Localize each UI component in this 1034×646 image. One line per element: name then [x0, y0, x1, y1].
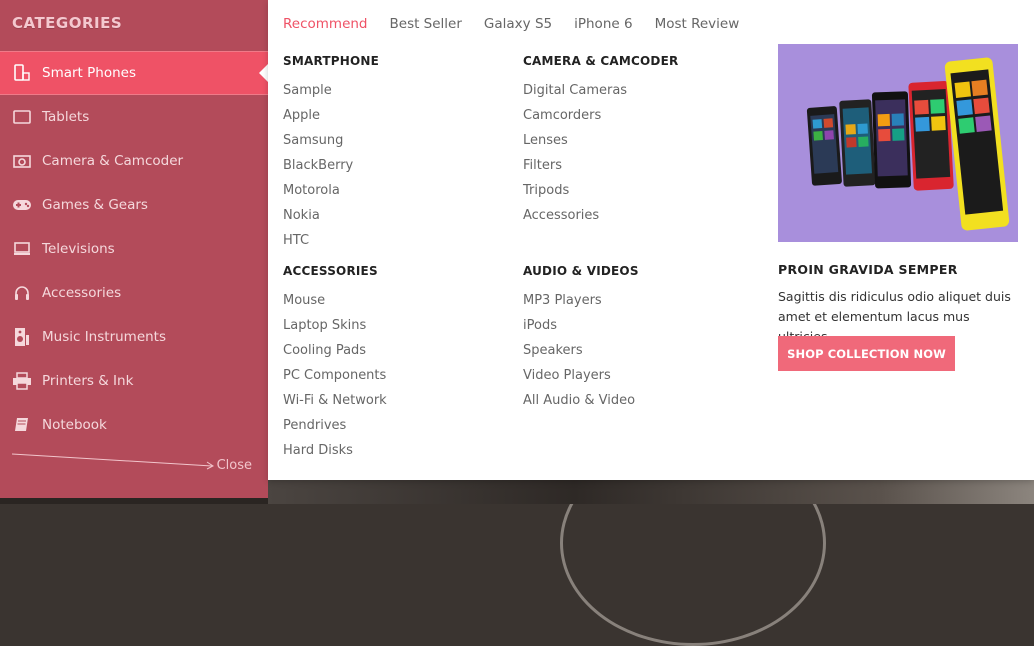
tab-most-review[interactable]: Most Review [655, 16, 740, 32]
printer-icon [12, 371, 32, 391]
gamepad-icon [12, 195, 32, 215]
sidebar-item-label: Televisions [42, 241, 115, 257]
menu-link[interactable]: Sample [283, 82, 379, 107]
camera-icon [12, 151, 32, 171]
background-strip [268, 480, 1034, 504]
book-icon [12, 415, 32, 435]
promo-phones-image[interactable] [778, 44, 1018, 242]
sidebar-item-label: Camera & Camcoder [42, 153, 184, 169]
menu-link[interactable]: HTC [283, 232, 379, 257]
menu-link[interactable]: Pendrives [283, 417, 387, 442]
sidebar-item-televisions[interactable]: Televisions [0, 227, 268, 271]
sidebar-item-label: Tablets [42, 109, 90, 125]
tab-recommend[interactable]: Recommend [283, 16, 368, 32]
menu-link[interactable]: Accessories [523, 207, 678, 232]
close-label: Close [216, 458, 252, 473]
sidebar-item-notebook[interactable]: Notebook [0, 403, 268, 447]
tab-bar: Recommend Best Seller Galaxy S5 iPhone 6… [283, 16, 761, 32]
menu-link[interactable]: Speakers [523, 342, 639, 367]
shop-collection-button[interactable]: SHOP COLLECTION NOW [778, 336, 955, 371]
menu-link[interactable]: Nokia [283, 207, 379, 232]
sidebar-item-label: Accessories [42, 285, 122, 301]
column-audio: AUDIO & VIDEOS MP3 Players iPods Speaker… [523, 264, 639, 417]
column-smartphone: SMARTPHONE Sample Apple Samsung BlackBer… [283, 54, 379, 257]
menu-link[interactable]: Mouse [283, 292, 387, 317]
menu-link[interactable]: iPods [523, 317, 639, 342]
menu-link[interactable]: Cooling Pads [283, 342, 387, 367]
menu-link[interactable]: Tripods [523, 182, 678, 207]
column-accessories: ACCESSORIES Mouse Laptop Skins Cooling P… [283, 264, 387, 467]
sidebar-item-camera[interactable]: Camera & Camcoder [0, 139, 268, 183]
tab-iphone-6[interactable]: iPhone 6 [574, 16, 632, 32]
monitor-icon [12, 239, 32, 259]
menu-link[interactable]: Lenses [523, 132, 678, 157]
menu-link[interactable]: Laptop Skins [283, 317, 387, 342]
speaker-icon [12, 327, 32, 347]
menu-link[interactable]: Apple [283, 107, 379, 132]
column-heading: SMARTPHONE [283, 54, 380, 68]
menu-link[interactable]: BlackBerry [283, 157, 379, 182]
column-camera: CAMERA & CAMCODER Digital Cameras Camcor… [523, 54, 678, 232]
close-button[interactable]: Close [12, 452, 252, 476]
promo-title: PROIN GRAVIDA SEMPER [778, 262, 958, 277]
mega-menu-panel: Recommend Best Seller Galaxy S5 iPhone 6… [268, 0, 1034, 480]
menu-link[interactable]: MP3 Players [523, 292, 639, 317]
column-heading: ACCESSORIES [283, 264, 378, 278]
categories-sidebar: CATEGORIES Smart Phones Tablets Camera &… [0, 0, 268, 498]
menu-link[interactable]: Wi-Fi & Network [283, 392, 387, 417]
menu-link[interactable]: All Audio & Video [523, 392, 639, 417]
tab-galaxy-s5[interactable]: Galaxy S5 [484, 16, 552, 32]
sidebar-item-music[interactable]: Music Instruments [0, 315, 268, 359]
sidebar-item-label: Notebook [42, 417, 107, 433]
sidebar-title: CATEGORIES [12, 14, 123, 32]
tablet-icon [12, 107, 32, 127]
smartphone-icon [12, 63, 32, 83]
sidebar-item-smart-phones[interactable]: Smart Phones [0, 51, 268, 95]
sidebar-item-accessories[interactable]: Accessories [0, 271, 268, 315]
column-heading: AUDIO & VIDEOS [523, 264, 639, 278]
menu-link[interactable]: Motorola [283, 182, 379, 207]
menu-link[interactable]: Samsung [283, 132, 379, 157]
sidebar-item-label: Games & Gears [42, 197, 148, 213]
sidebar-item-label: Smart Phones [42, 65, 136, 81]
tab-best-seller[interactable]: Best Seller [390, 16, 462, 32]
column-heading: CAMERA & CAMCODER [523, 54, 679, 68]
sidebar-item-label: Printers & Ink [42, 373, 134, 389]
menu-link[interactable]: Digital Cameras [523, 82, 678, 107]
category-list: Smart Phones Tablets Camera & Camcoder G… [0, 51, 268, 447]
menu-link[interactable]: Camcorders [523, 107, 678, 132]
sidebar-item-games[interactable]: Games & Gears [0, 183, 268, 227]
menu-link[interactable]: Hard Disks [283, 442, 387, 467]
close-arrow-icon [12, 453, 214, 470]
sidebar-item-tablets[interactable]: Tablets [0, 95, 268, 139]
sidebar-item-printers[interactable]: Printers & Ink [0, 359, 268, 403]
sidebar-item-label: Music Instruments [42, 329, 167, 345]
menu-link[interactable]: Video Players [523, 367, 639, 392]
menu-link[interactable]: Filters [523, 157, 678, 182]
menu-link[interactable]: PC Components [283, 367, 387, 392]
headphones-icon [12, 283, 32, 303]
